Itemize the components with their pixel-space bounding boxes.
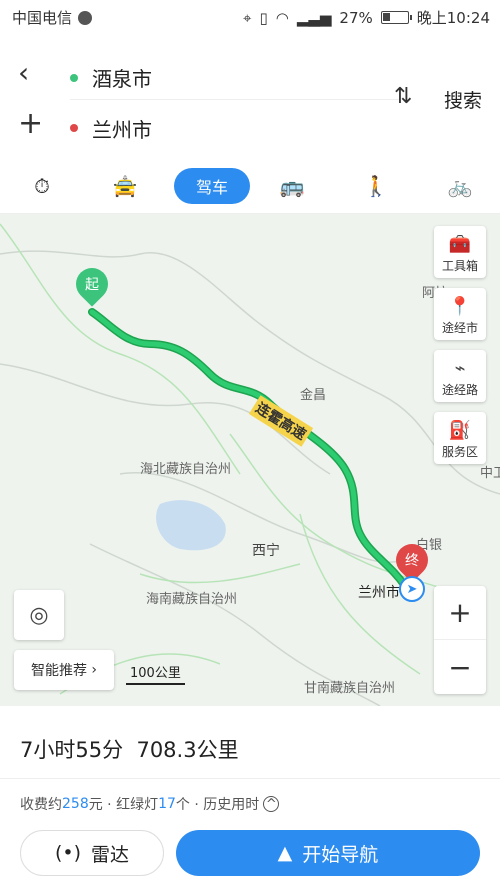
via-city-button[interactable]: 📍 途经市 [434, 288, 486, 340]
radar-label: 雷达 [91, 843, 130, 866]
scale-bar: 100公里 [126, 662, 185, 685]
smart-recommend-label: 智能推荐 [30, 663, 87, 679]
battery-percent: 27% [339, 8, 373, 27]
tab-taxi[interactable]: 🚖 [104, 168, 146, 204]
start-navigation-button[interactable]: ▲ 开始导航 [176, 830, 480, 876]
tab-walk[interactable]: 🚶 [356, 168, 396, 204]
toolbox-icon: 🧰 [448, 234, 472, 255]
toolbox-button[interactable]: 🧰 工具箱 [434, 226, 486, 278]
via-road-label: 途经路 [441, 383, 478, 397]
divider [0, 778, 500, 779]
carrier: 中国电信 [12, 9, 73, 27]
bus-icon: 🚌 [279, 174, 305, 198]
current-location-arrow-icon: ➤ [399, 576, 425, 602]
service-area-button[interactable]: ⛽ 服务区 [434, 412, 486, 464]
toolbox-label: 工具箱 [441, 259, 478, 273]
route-summary-panel: 7小时55分 708.3公里 收费约 258 元 · 红绿灯 17 个 · 历史… [0, 706, 500, 889]
lights-suffix: 个 · 历史用时 [175, 797, 260, 813]
via-city-icon: 📍 [448, 296, 472, 317]
locate-me-button[interactable]: ◎ [14, 590, 64, 640]
battery-icon [380, 11, 412, 24]
search-button[interactable]: 搜索 [444, 86, 482, 113]
service-area-label: 服务区 [441, 445, 478, 459]
origin-dot-icon [70, 73, 78, 82]
location-icon: ⌖ [243, 8, 252, 27]
signal-icon: ▂▃▅ [296, 8, 332, 27]
route-summary[interactable]: 7小时55分 708.3公里 [20, 734, 239, 764]
back-icon[interactable]: ‹ [18, 56, 29, 89]
end-pin-label: 终 [405, 553, 419, 569]
zoom-controls: + − [434, 586, 486, 694]
zoom-out-button[interactable]: − [434, 640, 486, 694]
radar-icon: (•) [54, 842, 82, 864]
map-view[interactable]: 海北藏族自治州 海南藏族自治州 甘南藏族自治州 西宁 金昌 白银 兰州市 阿拉 … [0, 214, 500, 706]
map-label-xining: 西宁 [252, 543, 280, 559]
chevron-right-icon: › [86, 662, 98, 678]
start-pin-label: 起 [85, 277, 99, 293]
taxi-icon: 🚖 [112, 174, 138, 198]
lights-value: 17 [158, 796, 176, 812]
route-details[interactable]: 收费约 258 元 · 红绿灯 17 个 · 历史用时 ^ [20, 794, 280, 814]
tab-bike[interactable]: 🚲 [440, 168, 480, 204]
clock: 晚上10:24 [416, 9, 490, 27]
add-waypoint-icon[interactable]: + [18, 106, 43, 141]
map-label-haibei: 海北藏族自治州 [140, 462, 232, 477]
destination-field[interactable]: 兰州市 [70, 106, 400, 150]
zoom-in-button[interactable]: + [434, 586, 486, 640]
globe-icon [78, 10, 93, 25]
tab-drive[interactable]: 驾车 [174, 168, 250, 204]
start-navigation-label: 开始导航 [302, 843, 379, 866]
distance: 708.3公里 [136, 738, 239, 762]
route-input-panel: ‹ + 酒泉市 兰州市 ⇅ 搜索 [0, 34, 500, 158]
swap-icon[interactable]: ⇅ [394, 84, 412, 109]
via-city-label: 途经市 [441, 321, 478, 335]
duration: 7小时55分 [20, 738, 124, 762]
service-area-icon: ⛽ [448, 420, 472, 441]
chevron-up-icon[interactable]: ^ [263, 796, 280, 812]
walk-icon: 🚶 [363, 174, 389, 198]
toll-suffix: 元 · 红绿灯 [88, 797, 159, 813]
bike-icon: 🚲 [447, 174, 473, 198]
wifi-icon: ◠ [275, 8, 289, 27]
destination-text: 兰州市 [92, 117, 152, 142]
destination-dot-icon [70, 124, 78, 132]
map-label-gannan: 甘南藏族自治州 [304, 681, 396, 696]
tab-drive-label: 驾车 [195, 178, 228, 197]
tab-bus[interactable]: 🚌 [272, 168, 312, 204]
toll-prefix: 收费约 [20, 797, 62, 813]
locate-icon: ◎ [29, 602, 49, 628]
map-label-hainan: 海南藏族自治州 [146, 592, 238, 607]
smart-recommend-button[interactable]: 智能推荐 › [14, 650, 114, 690]
origin-field[interactable]: 酒泉市 [70, 56, 400, 100]
transport-tabs: ⏱ 🚖 驾车 🚌 🚶 🚲 [0, 158, 500, 214]
toll-value: 258 [62, 796, 89, 812]
map-label-partial-zhongwei: 中卫 [480, 466, 500, 481]
origin-text: 酒泉市 [92, 67, 152, 91]
status-bar: 中国电信 ⌖ ▯ ◠ ▂▃▅ 27% 晚上10:24 [0, 0, 500, 34]
navigation-arrow-icon: ▲ [277, 842, 293, 864]
via-road-button[interactable]: ⌁ 途经路 [434, 350, 486, 402]
stopwatch-icon: ⏱ [34, 174, 50, 198]
map-label-jinchang: 金昌 [300, 388, 327, 403]
tab-stopwatch[interactable]: ⏱ [22, 168, 62, 204]
via-road-icon: ⌁ [454, 358, 466, 379]
vibrate-icon: ▯ [259, 8, 268, 27]
radar-button[interactable]: (•) 雷达 [20, 830, 164, 876]
map-label-lanzhou: 兰州市 [358, 585, 400, 601]
